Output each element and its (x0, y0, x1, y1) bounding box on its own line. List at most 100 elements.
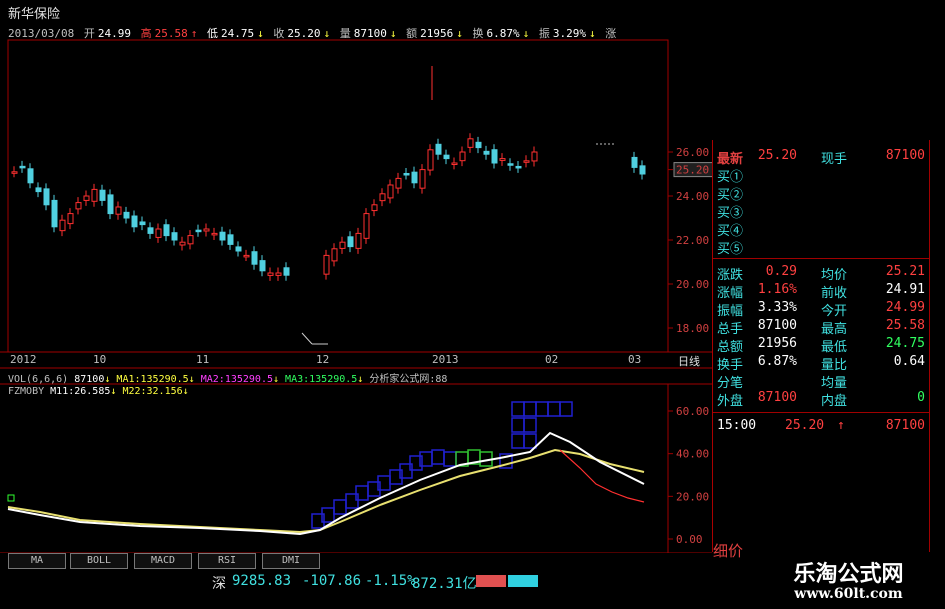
tab-boll[interactable]: BOLL (70, 553, 128, 569)
buy-row: 买① (713, 166, 929, 185)
fz-tick-label: 20.00 (676, 490, 709, 503)
candle-body (131, 215, 138, 228)
candle-body (235, 246, 242, 252)
stat-value: 0.64 (893, 354, 925, 369)
fz-block (523, 401, 537, 417)
info-extra: 涨 (605, 27, 617, 40)
candle-body (11, 171, 18, 174)
candle-body (451, 162, 458, 165)
candle-body (83, 195, 90, 201)
tick-price: 25.20 (785, 418, 825, 433)
candle-body (227, 234, 234, 245)
down-arrow-icon: ↓ (182, 386, 189, 397)
price-tick-label: 26.00 (676, 146, 709, 159)
fz-block (523, 433, 537, 449)
quote-stat-row: 涨跌 0.29 均价 25.21 (713, 264, 929, 283)
tab-ma[interactable]: MA (8, 553, 66, 569)
stat-value: 1.16% (757, 282, 797, 297)
fz-label: FZMOBY (8, 386, 45, 397)
info-high-label: 高 (140, 27, 152, 40)
fz-tick-label: 0.00 (676, 533, 703, 546)
tab-dmi[interactable]: DMI (262, 553, 320, 569)
period-label[interactable]: 日线 (678, 353, 700, 369)
detail-tab[interactable]: 细价 (713, 540, 743, 561)
candle-body (379, 193, 386, 202)
candle-body (355, 232, 362, 249)
fz-block (547, 401, 561, 417)
info-open-label: 开 (83, 27, 95, 40)
candle-body (499, 158, 506, 161)
vol-source: 分析家公式网:88 (369, 374, 448, 385)
fz-block-series (311, 401, 573, 529)
candle-body (387, 184, 394, 199)
buy1-label: 买① (717, 170, 744, 185)
watermark-title: 乐淘公式网 (793, 562, 904, 587)
candle-body (435, 143, 442, 155)
candle-body (531, 151, 538, 162)
stat-value: 0 (917, 390, 925, 405)
candle-body (155, 228, 162, 238)
info-low-label: 低 (206, 27, 218, 40)
candle-body (147, 227, 154, 234)
candle-body (275, 272, 282, 276)
down-arrow-icon: ↓ (357, 374, 364, 385)
candle-body (195, 229, 202, 233)
stat-label: 总额 (717, 340, 744, 355)
fz-block (333, 499, 347, 515)
xaxis-label: 02 (545, 353, 559, 366)
info-amplitude-label: 振 (538, 27, 550, 40)
vol-ma1: MA1:135290.5 (116, 374, 189, 385)
candle-body (35, 187, 42, 193)
fz-block (559, 401, 573, 417)
candle-body (99, 189, 106, 201)
stat-value: 87100 (757, 390, 797, 405)
candle-body (331, 248, 338, 262)
tab-macd[interactable]: MACD (134, 553, 192, 569)
stat-label: 均价 (821, 268, 848, 283)
candle-body (523, 160, 530, 163)
stat-value: 21956 (757, 336, 797, 351)
quote-scroll-edge (929, 140, 930, 552)
xaxis-label: 2012 (10, 353, 37, 366)
fz-tick-label: 60.00 (676, 405, 709, 418)
stat-label: 外盘 (717, 394, 744, 409)
stat-value: 0.29 (765, 264, 797, 279)
stat-label: 最高 (821, 322, 848, 337)
candle-body (171, 232, 178, 241)
index-pct: -1.15% (365, 573, 416, 589)
buy5-label: 买⑤ (717, 242, 744, 257)
candle-body (187, 235, 194, 245)
index-up-bar (476, 575, 506, 587)
candle-body (203, 228, 210, 232)
down-arrow-icon: ↓ (522, 27, 530, 40)
index-down-bar (508, 575, 538, 587)
tick-volume: 87100 (885, 418, 925, 433)
stat-value: 24.75 (885, 336, 925, 351)
stat-value: 87100 (757, 318, 797, 333)
buy3-label: 买③ (717, 206, 744, 221)
watermark-logo: 乐淘公式网 www.60lt.com (752, 554, 945, 609)
price-axis: 26.00 25.20 24.00 22.00 20.00 18.00 (668, 146, 715, 335)
candle-body (75, 202, 82, 210)
fz-start-marker (7, 494, 15, 502)
vol-ma3: MA3:135290.5 (285, 374, 358, 385)
price-tick-label: 24.00 (676, 190, 709, 203)
down-arrow-icon: ↓ (257, 27, 264, 40)
stat-label: 均量 (821, 376, 848, 391)
info-volume: 87100 (353, 27, 387, 40)
quote-stat-row: 涨幅 1.16% 前收 24.91 (713, 282, 929, 301)
down-arrow-icon: ↓ (588, 27, 596, 40)
fz-m11-line (7, 431, 645, 536)
down-arrow-icon: ↓ (104, 374, 111, 385)
down-arrow-icon: ↓ (323, 27, 331, 40)
candle-body (91, 188, 98, 202)
low-marker-line (301, 332, 313, 345)
xaxis-label: 12 (316, 353, 330, 366)
stat-label: 分笔 (717, 376, 744, 391)
buy-row: 买④ (713, 220, 929, 239)
info-high: 25.58 (154, 27, 188, 40)
candle-body (163, 224, 170, 237)
title-bar: 新华保险 (0, 0, 945, 22)
tab-rsi[interactable]: RSI (198, 553, 256, 569)
buy2-label: 买② (717, 188, 744, 203)
